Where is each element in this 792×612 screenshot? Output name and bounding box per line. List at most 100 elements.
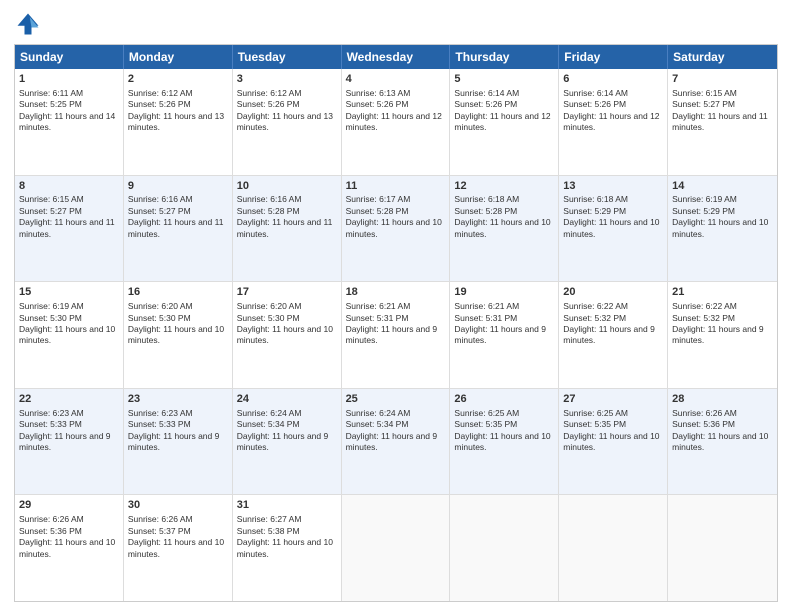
sunset-text: Sunset: 5:27 PM <box>19 206 119 217</box>
sunrise-text: Sunrise: 6:19 AM <box>672 194 773 205</box>
sunrise-text: Sunrise: 6:23 AM <box>128 408 228 419</box>
sunrise-text: Sunrise: 6:18 AM <box>563 194 663 205</box>
cal-cell-day-5: 5Sunrise: 6:14 AMSunset: 5:26 PMDaylight… <box>450 69 559 175</box>
cal-cell-day-2: 2Sunrise: 6:12 AMSunset: 5:26 PMDaylight… <box>124 69 233 175</box>
day-number: 11 <box>346 179 446 194</box>
sunrise-text: Sunrise: 6:18 AM <box>454 194 554 205</box>
day-number: 4 <box>346 72 446 87</box>
cal-cell-empty <box>342 495 451 601</box>
daylight-text: Daylight: 11 hours and 9 minutes. <box>237 431 337 454</box>
sunset-text: Sunset: 5:37 PM <box>128 526 228 537</box>
header <box>14 10 778 38</box>
day-number: 21 <box>672 285 773 300</box>
calendar-body: 1Sunrise: 6:11 AMSunset: 5:25 PMDaylight… <box>15 69 777 601</box>
sunrise-text: Sunrise: 6:20 AM <box>128 301 228 312</box>
sunset-text: Sunset: 5:28 PM <box>454 206 554 217</box>
day-number: 16 <box>128 285 228 300</box>
daylight-text: Daylight: 11 hours and 10 minutes. <box>19 537 119 560</box>
sunset-text: Sunset: 5:28 PM <box>237 206 337 217</box>
daylight-text: Daylight: 11 hours and 12 minutes. <box>563 111 663 134</box>
sunset-text: Sunset: 5:30 PM <box>19 313 119 324</box>
cal-cell-empty <box>559 495 668 601</box>
sunrise-text: Sunrise: 6:21 AM <box>454 301 554 312</box>
day-number: 19 <box>454 285 554 300</box>
sunrise-text: Sunrise: 6:22 AM <box>672 301 773 312</box>
day-number: 12 <box>454 179 554 194</box>
daylight-text: Daylight: 11 hours and 13 minutes. <box>128 111 228 134</box>
cal-cell-day-10: 10Sunrise: 6:16 AMSunset: 5:28 PMDayligh… <box>233 176 342 282</box>
cal-cell-day-26: 26Sunrise: 6:25 AMSunset: 5:35 PMDayligh… <box>450 389 559 495</box>
daylight-text: Daylight: 11 hours and 10 minutes. <box>454 431 554 454</box>
cal-week-1: 1Sunrise: 6:11 AMSunset: 5:25 PMDaylight… <box>15 69 777 176</box>
sunrise-text: Sunrise: 6:22 AM <box>563 301 663 312</box>
cal-header-saturday: Saturday <box>668 45 777 69</box>
cal-cell-day-29: 29Sunrise: 6:26 AMSunset: 5:36 PMDayligh… <box>15 495 124 601</box>
cal-cell-day-12: 12Sunrise: 6:18 AMSunset: 5:28 PMDayligh… <box>450 176 559 282</box>
cal-header-friday: Friday <box>559 45 668 69</box>
sunrise-text: Sunrise: 6:24 AM <box>237 408 337 419</box>
sunrise-text: Sunrise: 6:15 AM <box>19 194 119 205</box>
cal-week-4: 22Sunrise: 6:23 AMSunset: 5:33 PMDayligh… <box>15 389 777 496</box>
cal-cell-day-4: 4Sunrise: 6:13 AMSunset: 5:26 PMDaylight… <box>342 69 451 175</box>
sunset-text: Sunset: 5:26 PM <box>454 99 554 110</box>
cal-cell-day-24: 24Sunrise: 6:24 AMSunset: 5:34 PMDayligh… <box>233 389 342 495</box>
cal-cell-empty <box>668 495 777 601</box>
cal-cell-day-27: 27Sunrise: 6:25 AMSunset: 5:35 PMDayligh… <box>559 389 668 495</box>
sunset-text: Sunset: 5:31 PM <box>454 313 554 324</box>
cal-cell-day-18: 18Sunrise: 6:21 AMSunset: 5:31 PMDayligh… <box>342 282 451 388</box>
sunset-text: Sunset: 5:26 PM <box>563 99 663 110</box>
cal-cell-empty <box>450 495 559 601</box>
sunset-text: Sunset: 5:27 PM <box>128 206 228 217</box>
day-number: 17 <box>237 285 337 300</box>
day-number: 31 <box>237 498 337 513</box>
logo <box>14 10 46 38</box>
cal-cell-day-25: 25Sunrise: 6:24 AMSunset: 5:34 PMDayligh… <box>342 389 451 495</box>
daylight-text: Daylight: 11 hours and 13 minutes. <box>237 111 337 134</box>
sunset-text: Sunset: 5:32 PM <box>672 313 773 324</box>
sunset-text: Sunset: 5:32 PM <box>563 313 663 324</box>
cal-cell-day-20: 20Sunrise: 6:22 AMSunset: 5:32 PMDayligh… <box>559 282 668 388</box>
cal-cell-day-13: 13Sunrise: 6:18 AMSunset: 5:29 PMDayligh… <box>559 176 668 282</box>
cal-cell-day-22: 22Sunrise: 6:23 AMSunset: 5:33 PMDayligh… <box>15 389 124 495</box>
cal-week-3: 15Sunrise: 6:19 AMSunset: 5:30 PMDayligh… <box>15 282 777 389</box>
sunset-text: Sunset: 5:26 PM <box>128 99 228 110</box>
day-number: 24 <box>237 392 337 407</box>
sunset-text: Sunset: 5:31 PM <box>346 313 446 324</box>
day-number: 18 <box>346 285 446 300</box>
sunset-text: Sunset: 5:28 PM <box>346 206 446 217</box>
cal-cell-day-31: 31Sunrise: 6:27 AMSunset: 5:38 PMDayligh… <box>233 495 342 601</box>
day-number: 28 <box>672 392 773 407</box>
cal-cell-day-8: 8Sunrise: 6:15 AMSunset: 5:27 PMDaylight… <box>15 176 124 282</box>
cal-header-monday: Monday <box>124 45 233 69</box>
daylight-text: Daylight: 11 hours and 9 minutes. <box>128 431 228 454</box>
daylight-text: Daylight: 11 hours and 12 minutes. <box>454 111 554 134</box>
sunrise-text: Sunrise: 6:12 AM <box>237 88 337 99</box>
day-number: 10 <box>237 179 337 194</box>
sunset-text: Sunset: 5:34 PM <box>237 419 337 430</box>
sunset-text: Sunset: 5:35 PM <box>563 419 663 430</box>
daylight-text: Daylight: 11 hours and 10 minutes. <box>128 324 228 347</box>
sunset-text: Sunset: 5:33 PM <box>128 419 228 430</box>
sunrise-text: Sunrise: 6:17 AM <box>346 194 446 205</box>
daylight-text: Daylight: 11 hours and 9 minutes. <box>346 431 446 454</box>
day-number: 23 <box>128 392 228 407</box>
day-number: 2 <box>128 72 228 87</box>
cal-cell-day-1: 1Sunrise: 6:11 AMSunset: 5:25 PMDaylight… <box>15 69 124 175</box>
calendar-header-row: SundayMondayTuesdayWednesdayThursdayFrid… <box>15 45 777 69</box>
sunrise-text: Sunrise: 6:26 AM <box>128 514 228 525</box>
sunrise-text: Sunrise: 6:16 AM <box>128 194 228 205</box>
page: SundayMondayTuesdayWednesdayThursdayFrid… <box>0 0 792 612</box>
sunset-text: Sunset: 5:35 PM <box>454 419 554 430</box>
sunrise-text: Sunrise: 6:26 AM <box>19 514 119 525</box>
day-number: 6 <box>563 72 663 87</box>
sunset-text: Sunset: 5:27 PM <box>672 99 773 110</box>
daylight-text: Daylight: 11 hours and 9 minutes. <box>346 324 446 347</box>
day-number: 9 <box>128 179 228 194</box>
logo-icon <box>14 10 42 38</box>
day-number: 29 <box>19 498 119 513</box>
sunset-text: Sunset: 5:29 PM <box>563 206 663 217</box>
cal-week-5: 29Sunrise: 6:26 AMSunset: 5:36 PMDayligh… <box>15 495 777 601</box>
daylight-text: Daylight: 11 hours and 10 minutes. <box>237 324 337 347</box>
sunrise-text: Sunrise: 6:19 AM <box>19 301 119 312</box>
cal-cell-day-28: 28Sunrise: 6:26 AMSunset: 5:36 PMDayligh… <box>668 389 777 495</box>
